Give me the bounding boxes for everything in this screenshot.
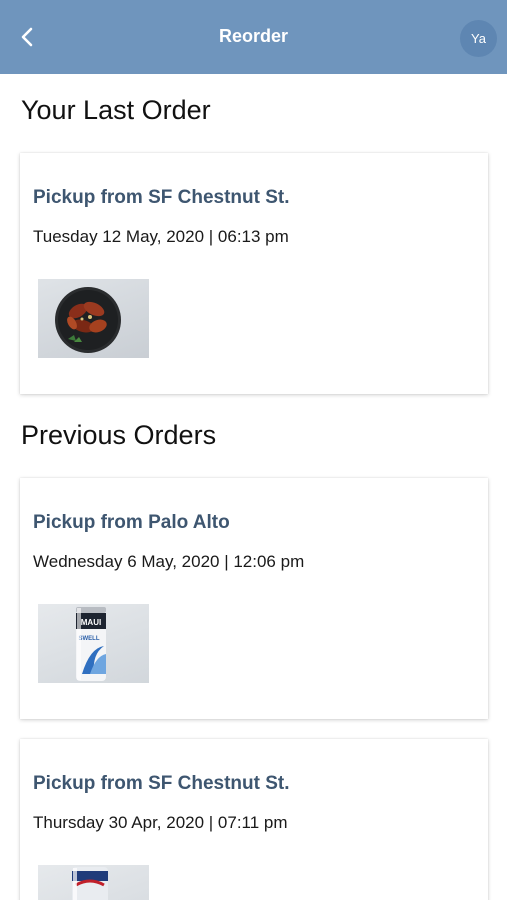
order-datetime: Wednesday 6 May, 2020 | 12:06 pm (33, 552, 305, 571)
order-item-image (38, 279, 149, 358)
beer-can-image (72, 867, 108, 900)
order-location: Pickup from SF Chestnut St. (33, 773, 290, 794)
order-card-last[interactable]: Pickup from SF Chestnut St. Tuesday 12 M… (20, 153, 488, 394)
can-brand-text: MAUI (81, 618, 101, 627)
order-card-previous-2[interactable]: Pickup from SF Chestnut St. Thursday 30 … (20, 739, 488, 900)
order-datetime: Tuesday 12 May, 2020 | 06:13 pm (33, 227, 289, 246)
can-sub-text: SWELL (79, 636, 100, 642)
avatar[interactable]: Ya (460, 20, 497, 57)
chicken-wings-bowl-image (55, 287, 121, 353)
order-location: Pickup from SF Chestnut St. (33, 187, 290, 208)
last-order-heading: Your Last Order (21, 95, 211, 125)
order-card-previous-1[interactable]: Pickup from Palo Alto Wednesday 6 May, 2… (20, 478, 488, 719)
order-item-image (38, 865, 149, 900)
order-item-image: MAUI SWELL (38, 604, 149, 683)
previous-orders-heading: Previous Orders (21, 420, 217, 450)
order-datetime: Thursday 30 Apr, 2020 | 07:11 pm (33, 813, 288, 832)
maui-beer-can-image: MAUI SWELL (76, 607, 106, 681)
page-title: Reorder (218, 26, 289, 46)
app-header: Reorder Ya (0, 0, 507, 74)
order-location: Pickup from Palo Alto (33, 512, 230, 533)
